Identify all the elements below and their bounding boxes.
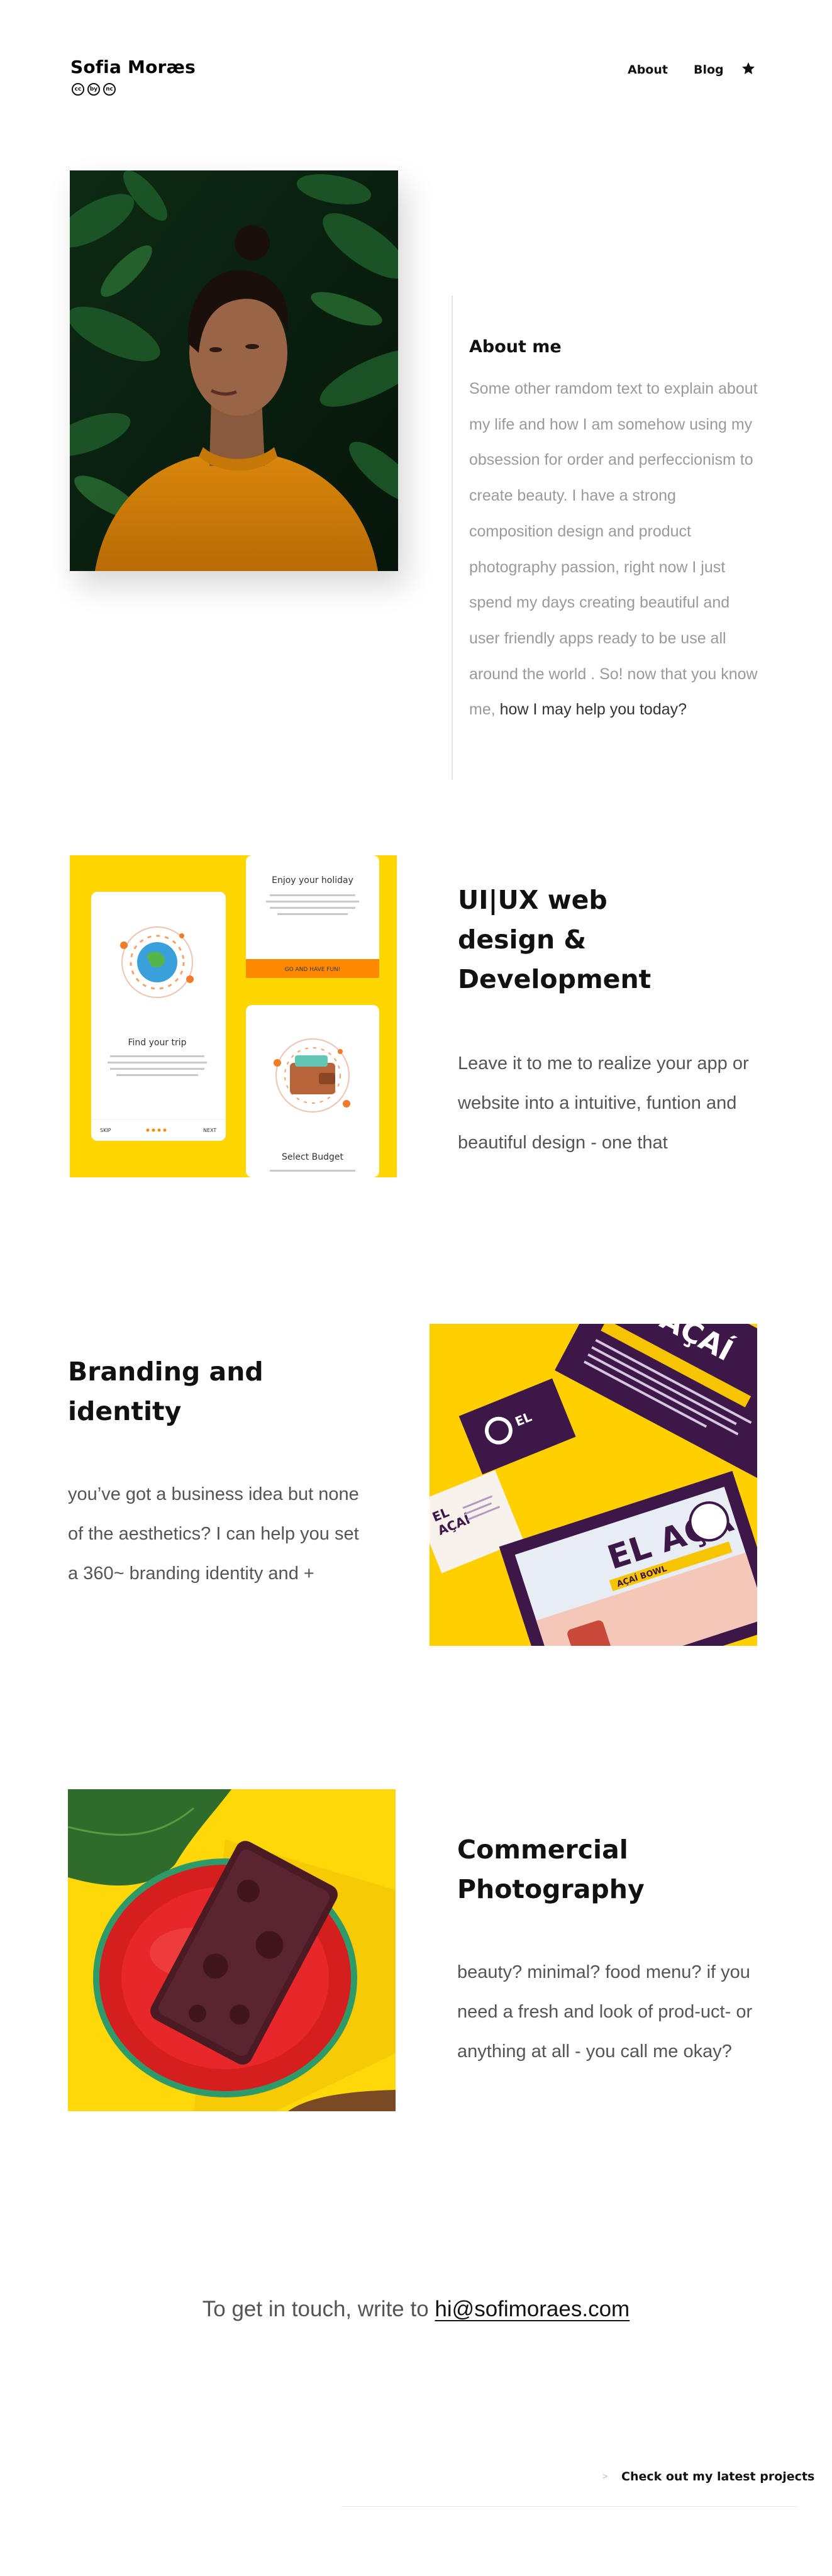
branding-illustration: EL AÇAÍ EL EL AÇAÍ [430,1324,757,1646]
branding-photo: EL AÇAÍ EL EL AÇAÍ [430,1324,757,1646]
about-text-body: Some other ramdom text to explain about … [469,380,758,719]
uiux-mockup-image: Find your trip SKIP NEXT Enjoy your holi… [70,855,397,1177]
latest-projects-link[interactable]: Check out my latest projects [621,2470,814,2484]
mockup-skip: SKIP [100,1128,111,1133]
nav-about-link[interactable]: About [628,63,668,77]
portrait-photo [70,170,398,571]
branding-title: Branding and identity [68,1357,263,1426]
mockup-screen1-title: Find your trip [128,1038,186,1048]
uiux-description: Leave it to me to realize your app or we… [458,1053,749,1153]
contact-prefix: To get in touch, write to [202,2297,429,2321]
about-title: About me [469,337,562,357]
by-icon: by [87,83,100,96]
about-divider [452,296,453,780]
about-text: Some other ramdom text to explain about … [469,371,758,728]
food-photo [68,1789,396,2111]
license-badges: cc by nc [72,83,116,96]
nav-blog-link[interactable]: Blog [694,63,724,77]
mockup-cta-button: GO AND HAVE FUN! [285,967,341,973]
uiux-title: UI|UX web design & Development [458,885,652,994]
portrait-illustration [70,170,398,571]
mockup-screen3-title: Select Budget [282,1152,344,1162]
branding-description: you’ve got a business idea but none of t… [68,1484,359,1584]
mockup-screen2-title: Enjoy your holiday [272,875,353,886]
photography-description: beauty? minimal? food menu? if you need … [457,1962,753,2062]
app-mockup-illustration: Find your trip SKIP NEXT Enjoy your holi… [70,855,397,1177]
chevron-right-icon: > [602,2471,608,2481]
contact-email-link[interactable]: hi@sofimoraes.com [435,2297,630,2321]
site-brand[interactable]: Sofia Moræs [70,57,196,77]
footer-divider [341,2506,797,2507]
about-text-question: how I may help you today? [499,701,687,719]
food-illustration [68,1789,396,2111]
nc-icon: nc [103,83,116,96]
cc-icon: cc [72,83,84,96]
photography-title: Commercial Photography [457,1835,645,1904]
mockup-next: NEXT [203,1128,216,1133]
contact-line: To get in touch, write to hi@sofimoraes.… [0,2297,832,2322]
star-icon[interactable] [741,61,756,76]
mockup-phone-left [91,892,226,1141]
